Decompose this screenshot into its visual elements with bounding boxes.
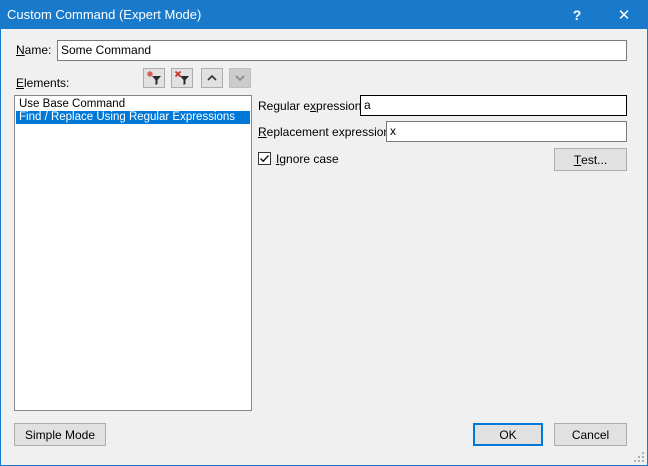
resize-grip-icon[interactable] bbox=[634, 452, 644, 462]
checkmark-icon bbox=[259, 154, 270, 163]
move-down-button[interactable] bbox=[229, 68, 251, 88]
window-title: Custom Command (Expert Mode) bbox=[7, 7, 202, 22]
ignore-case-label[interactable]: Ignore case bbox=[276, 152, 339, 166]
simple-mode-button[interactable]: Simple Mode bbox=[14, 423, 106, 446]
move-up-icon bbox=[207, 74, 217, 81]
regex-label: Regular expression: bbox=[258, 99, 365, 113]
test-button[interactable]: Test... bbox=[554, 148, 627, 171]
title-bar[interactable]: Custom Command (Expert Mode) ? ✕ bbox=[1, 1, 647, 29]
help-icon: ? bbox=[572, 7, 582, 23]
help-button[interactable]: ? bbox=[554, 1, 600, 29]
delete-filter-icon bbox=[174, 70, 189, 85]
move-up-button[interactable] bbox=[201, 68, 223, 88]
custom-command-dialog: Custom Command (Expert Mode) ? ✕ Name: S… bbox=[0, 0, 648, 466]
cancel-button[interactable]: Cancel bbox=[554, 423, 627, 446]
close-icon: ✕ bbox=[617, 7, 631, 24]
move-down-icon bbox=[235, 75, 245, 82]
add-element-button[interactable] bbox=[143, 68, 165, 88]
elements-label: Elements: bbox=[16, 76, 70, 90]
regex-input[interactable]: a bbox=[360, 95, 627, 116]
list-item-selected[interactable]: Find / Replace Using Regular Expressions bbox=[16, 111, 250, 124]
ok-button[interactable]: OK bbox=[473, 423, 543, 446]
list-item[interactable]: Use Base Command bbox=[16, 98, 250, 111]
close-button[interactable]: ✕ bbox=[601, 1, 647, 29]
add-filter-icon bbox=[147, 71, 161, 85]
replacement-label: Replacement expression: bbox=[258, 125, 394, 139]
replacement-input[interactable]: x bbox=[386, 121, 627, 142]
elements-list[interactable]: Use Base Command Find / Replace Using Re… bbox=[14, 95, 252, 411]
name-input[interactable]: Some Command bbox=[57, 40, 627, 61]
remove-element-button[interactable] bbox=[171, 68, 193, 88]
name-label: Name: bbox=[16, 43, 52, 57]
ignore-case-checkbox[interactable] bbox=[258, 152, 271, 165]
